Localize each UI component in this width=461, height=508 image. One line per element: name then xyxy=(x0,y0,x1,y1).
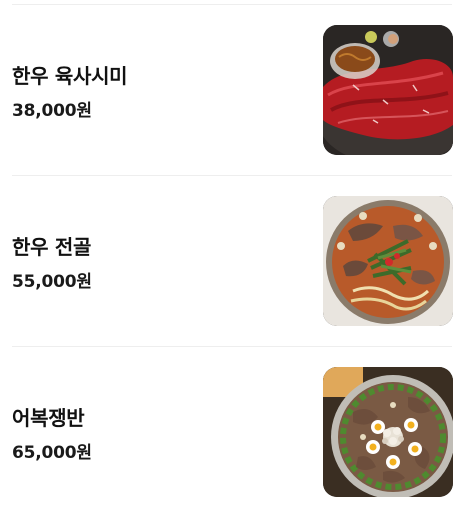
divider xyxy=(12,346,452,347)
menu-item-price: 65,000원 xyxy=(12,443,92,463)
menu-item-name: 한우 육사시미 xyxy=(12,64,128,88)
menu-item-eobok-jaengban[interactable]: 어복쟁반 65,000원 xyxy=(0,367,461,497)
menu-item-yuksashimi[interactable]: 한우 육사시미 38,000원 xyxy=(0,25,461,155)
menu-item-name: 한우 전골 xyxy=(12,235,92,259)
menu-item-price: 38,000원 xyxy=(12,101,92,121)
divider xyxy=(12,4,452,5)
menu-item-name: 어복쟁반 xyxy=(12,406,85,430)
beef-hotpot-photo[interactable] xyxy=(323,196,453,326)
beef-sashimi-photo[interactable] xyxy=(323,25,453,155)
menu-item-price: 55,000원 xyxy=(12,272,92,292)
divider xyxy=(12,175,452,176)
menu-item-jeongol[interactable]: 한우 전골 55,000원 xyxy=(0,196,461,326)
eobok-jaengban-photo[interactable] xyxy=(323,367,453,497)
